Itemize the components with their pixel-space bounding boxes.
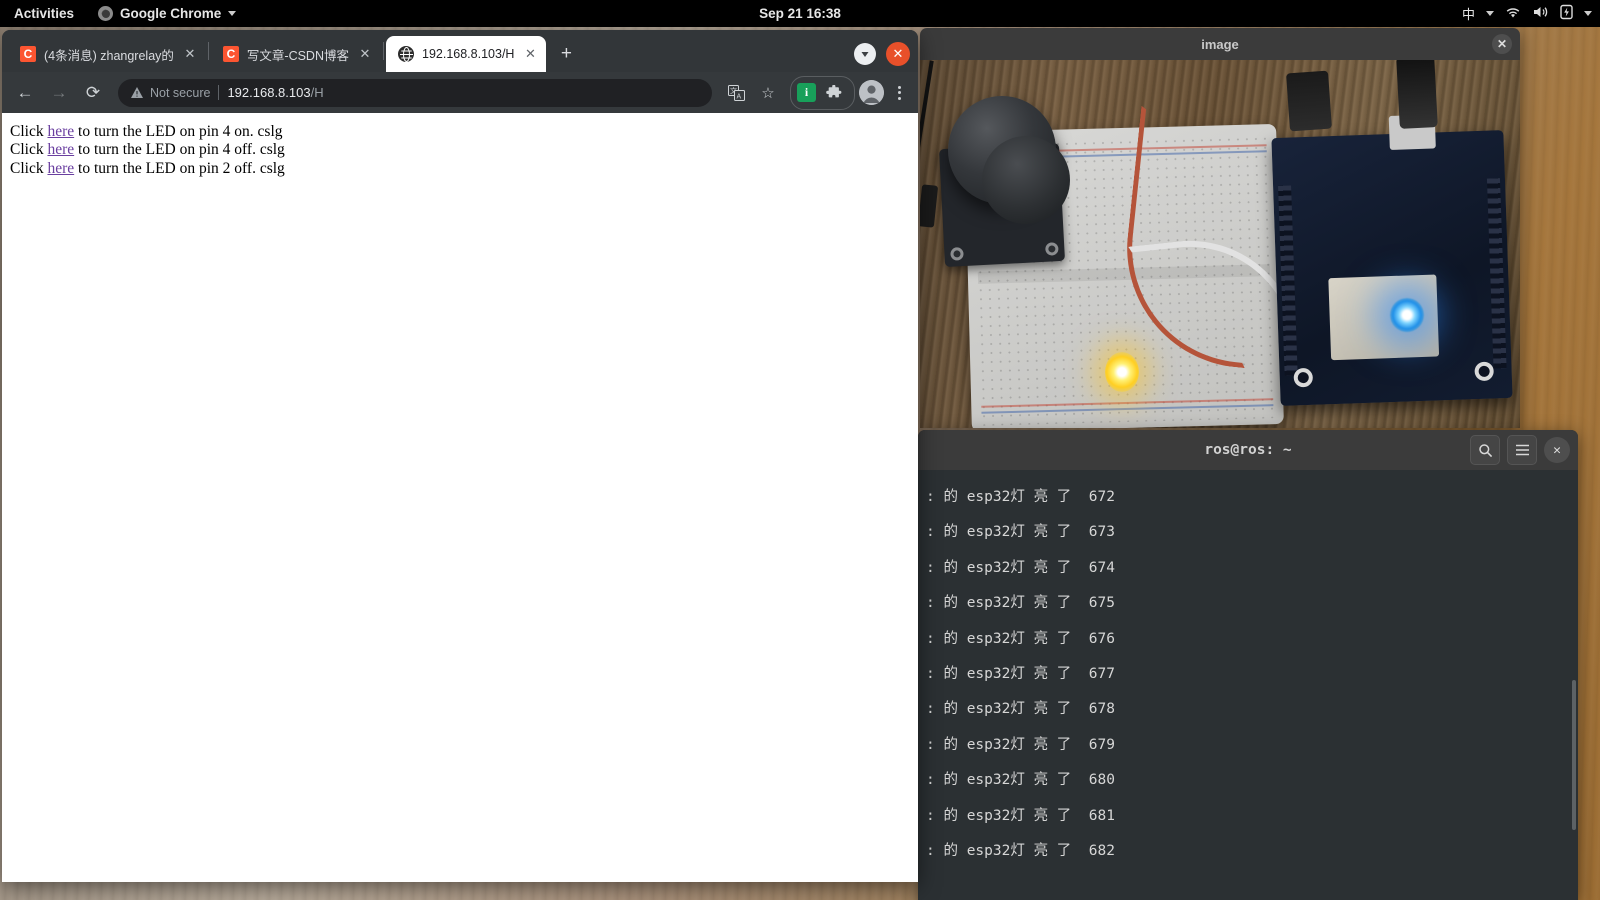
tab-close-icon[interactable]: ✕ xyxy=(357,46,373,62)
chrome-icon xyxy=(98,6,114,21)
tab-close-icon[interactable]: ✕ xyxy=(522,46,538,62)
close-icon[interactable]: ✕ xyxy=(1492,34,1512,54)
terminal-output[interactable]: : 的 esp32灯 亮 了 672 : 的 esp32灯 亮 了 673 : 的 … xyxy=(918,470,1578,900)
tab-strip: C (4条消息) zhangrelay的 ✕ C 写文章-CSDN博客 ✕ 192.168.… xyxy=(2,30,918,72)
page-line: Click here to turn the LED on pin 4 off.… xyxy=(10,141,910,159)
address-bar[interactable]: Not secure 192.168.8.103/H xyxy=(118,78,712,107)
terminal-line: : 的 esp32灯 亮 了 674 xyxy=(926,559,1115,576)
page-line-suffix: to turn the LED on pin 2 off. cslg xyxy=(74,159,285,177)
back-button[interactable]: ← xyxy=(10,78,40,108)
url-host: 192.168.8.103 xyxy=(227,85,311,100)
web-page-content: Click here to turn the LED on pin 4 on. … xyxy=(2,113,918,882)
tabstrip-right-controls: ✕ xyxy=(854,42,910,66)
photo-joystick-knob-secondary xyxy=(982,136,1070,224)
csdn-favicon-icon: C xyxy=(20,46,36,62)
omnibox-divider xyxy=(218,85,220,100)
browser-tab-title: 192.168.8.103/H xyxy=(422,47,515,61)
url-text: 192.168.8.103/H xyxy=(227,85,323,100)
extensions-group: i xyxy=(790,75,855,110)
browser-tab-title: 写文章-CSDN博客 xyxy=(246,48,349,63)
terminal-line: : 的 esp32灯 亮 了 680 xyxy=(926,772,1115,789)
extension-badge-icon[interactable]: i xyxy=(797,83,816,102)
page-line-prefix: Click xyxy=(10,123,48,140)
globe-favicon-icon xyxy=(398,46,414,62)
led-link[interactable]: here xyxy=(47,160,74,177)
chevron-down-icon xyxy=(228,11,237,16)
new-tab-button[interactable]: + xyxy=(552,40,580,68)
terminal-line: : 的 esp32灯 亮 了 675 xyxy=(926,595,1115,612)
gnome-top-bar: Activities Google Chrome Sep 21 16:38 中 xyxy=(0,0,1600,27)
translate-icon[interactable]: 文A xyxy=(722,79,750,107)
reload-button[interactable]: ⟳ xyxy=(78,78,108,108)
browser-menu-button[interactable] xyxy=(888,85,910,100)
led-link[interactable]: here xyxy=(47,141,74,158)
terminal-title: ros@ros: ~ xyxy=(1204,442,1292,458)
terminal-line: : 的 esp32灯 亮 了 682 xyxy=(926,842,1115,859)
photo-esp32-board xyxy=(1271,114,1513,406)
terminal-scrollbar[interactable] xyxy=(1572,680,1576,830)
csdn-favicon-icon: C xyxy=(222,46,239,62)
avatar[interactable] xyxy=(859,80,884,105)
browser-tab[interactable]: 192.168.8.103/H ✕ xyxy=(386,36,547,72)
search-icon[interactable] xyxy=(1470,435,1500,465)
terminal-line: : 的 esp32灯 亮 了 672 xyxy=(926,489,1115,505)
terminal-line: : 的 esp32灯 亮 了 673 xyxy=(926,524,1115,541)
page-line-prefix: Click xyxy=(10,141,48,159)
update-chevron-down-icon[interactable] xyxy=(854,43,876,65)
photo-yellow-led-lit xyxy=(1105,352,1139,392)
security-label: Not secure xyxy=(150,85,211,100)
tab-close-icon[interactable]: ✕ xyxy=(182,46,198,62)
wifi-icon[interactable] xyxy=(1505,5,1521,22)
image-window-titlebar: image ✕ xyxy=(920,28,1520,60)
terminal-line: : 的 esp32灯 亮 了 679 xyxy=(926,736,1115,753)
hamburger-menu-icon[interactable] xyxy=(1507,435,1537,465)
activities-button[interactable]: Activities xyxy=(0,6,88,21)
puzzle-piece-icon[interactable] xyxy=(820,79,848,107)
image-viewer-window[interactable]: image ✕ xyxy=(920,28,1520,428)
volume-icon[interactable] xyxy=(1532,5,1549,22)
window-close-icon[interactable]: ✕ xyxy=(886,42,910,66)
photo-power-jack xyxy=(1286,70,1332,132)
forward-button[interactable]: → xyxy=(44,78,74,108)
photo-blue-led-lit xyxy=(1390,298,1424,332)
terminal-titlebar: ros@ros: ~ ✕ xyxy=(918,430,1578,470)
tab-separator xyxy=(207,42,209,60)
chrome-browser-window[interactable]: C (4条消息) zhangrelay的 ✕ C 写文章-CSDN博客 ✕ 192.168.… xyxy=(2,30,918,882)
terminal-line: : 的 esp32灯 亮 了 677 xyxy=(926,665,1115,682)
browser-tab[interactable]: C (4条消息) zhangrelay的 ✕ xyxy=(8,36,206,72)
system-menu-chevron-icon[interactable] xyxy=(1584,11,1592,16)
page-line-prefix: Click xyxy=(10,159,48,177)
led-link[interactable]: here xyxy=(47,123,74,140)
page-line-suffix: to turn the LED on pin 4 off. cslg xyxy=(74,141,285,159)
photo-usb-plug xyxy=(1396,60,1438,129)
system-tray[interactable]: 中 xyxy=(1462,4,1592,23)
terminal-line: : 的 esp32灯 亮 了 676 xyxy=(926,630,1115,647)
close-icon[interactable]: ✕ xyxy=(1544,437,1570,463)
svg-text:A: A xyxy=(736,93,741,100)
app-menu-google-chrome[interactable]: Google Chrome xyxy=(88,6,246,21)
terminal-window[interactable]: ros@ros: ~ ✕ : 的 esp32灯 亮 了 672: 的 esp32… xyxy=(918,430,1578,900)
page-line: Click here to turn the LED on pin 4 on. … xyxy=(10,123,910,141)
terminal-titlebar-buttons: ✕ xyxy=(1470,435,1570,465)
page-line-suffix: to turn the LED on pin 4 on. cslg xyxy=(74,123,283,140)
browser-tab-title: (4条消息) zhangrelay的 xyxy=(44,48,174,63)
terminal-line: : 的 esp32灯 亮 了 681 xyxy=(926,807,1115,824)
url-path: /H xyxy=(310,85,324,100)
page-line: Click here to turn the LED on pin 2 off.… xyxy=(10,160,910,178)
terminal-line: : 的 esp32灯 亮 了 678 xyxy=(926,701,1115,718)
bookmark-star-icon[interactable]: ☆ xyxy=(754,79,782,107)
ime-chevron-down-icon[interactable] xyxy=(1486,11,1494,16)
input-method-label[interactable]: 中 xyxy=(1462,4,1475,23)
image-window-title: image xyxy=(1201,36,1239,52)
tab-separator xyxy=(383,42,384,60)
camera-photo xyxy=(920,60,1520,428)
warning-triangle-icon xyxy=(131,87,143,98)
browser-toolbar: ← → ⟳ Not secure 192.168.8.103/H 文A ☆ i xyxy=(2,72,918,113)
battery-icon[interactable] xyxy=(1560,4,1573,23)
browser-tab[interactable]: C 写文章-CSDN博客 ✕ xyxy=(211,36,381,72)
security-indicator[interactable]: Not secure xyxy=(130,86,210,100)
app-menu-label: Google Chrome xyxy=(120,6,222,21)
